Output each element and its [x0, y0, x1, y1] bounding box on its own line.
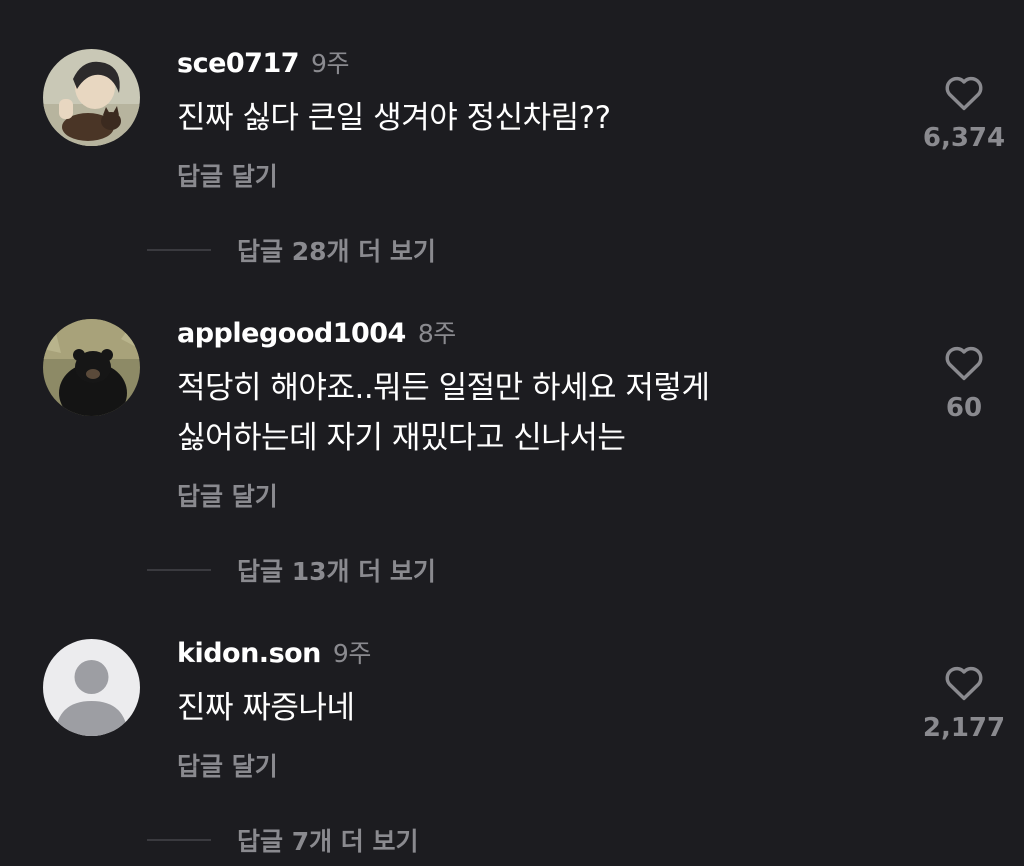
username-text[interactable]: sce0717 [177, 48, 300, 79]
comment-text: 진짜 싫다 큰일 생겨야 정신차림?? [177, 93, 857, 143]
heart-outline-icon [945, 666, 983, 701]
view-more-replies-label[interactable]: 답글 7개 더 보기 [237, 822, 419, 858]
view-more-replies-label[interactable]: 답글 28개 더 보기 [237, 232, 436, 268]
reply-button[interactable]: 답글 달기 [177, 477, 278, 513]
comment-line: 진짜 짜증나네 [177, 690, 355, 726]
comment-age: 9주 [311, 49, 349, 78]
heart-outline-icon [945, 76, 983, 111]
comment-line: 싫어하는데 자기 재밌다고 신나서는 [177, 420, 626, 456]
avatar[interactable] [43, 639, 140, 736]
username-text[interactable]: applegood1004 [177, 318, 406, 349]
divider-line [147, 569, 211, 571]
like-count: 2,177 [922, 713, 1006, 743]
avatar[interactable] [43, 319, 140, 416]
comment-text: 적당히 해야죠..뭐든 일절만 하세요 저렇게 싫어하는데 자기 재밌다고 신나… [177, 363, 857, 463]
comment-age: 8주 [417, 319, 456, 348]
like-button[interactable]: 6,374 [914, 73, 1014, 153]
default-person-avatar [43, 639, 140, 736]
black-bear-photo-avatar [43, 319, 140, 416]
divider-line [147, 839, 211, 841]
view-more-replies-button[interactable]: 답글 13개 더 보기 [147, 552, 436, 588]
view-more-replies-button[interactable]: 답글 7개 더 보기 [147, 822, 419, 858]
comment-line: 진짜 싫다 큰일 생겨야 정신차림?? [177, 100, 611, 136]
username[interactable]: applegood1004 8주 [177, 314, 456, 350]
comment-text: 진짜 짜증나네 [177, 683, 857, 733]
reply-button[interactable]: 답글 달기 [177, 747, 278, 783]
username[interactable]: sce0717 9주 [177, 44, 349, 80]
username[interactable]: kidon.son 9주 [177, 634, 371, 670]
like-button[interactable]: 60 [914, 343, 1014, 423]
like-count: 6,374 [922, 123, 1006, 153]
illustrated-person-with-cat-avatar [43, 49, 140, 146]
comment-age: 9주 [332, 639, 371, 668]
username-text[interactable]: kidon.son [177, 638, 321, 669]
view-more-replies-button[interactable]: 답글 28개 더 보기 [147, 232, 436, 268]
view-more-replies-label[interactable]: 답글 13개 더 보기 [237, 552, 436, 588]
like-button[interactable]: 2,177 [914, 663, 1014, 743]
divider-line [147, 249, 211, 251]
avatar[interactable] [43, 49, 140, 146]
like-count: 60 [945, 393, 983, 423]
heart-outline-icon [945, 346, 983, 381]
comment-line: 적당히 해야죠..뭐든 일절만 하세요 저렇게 [177, 370, 710, 406]
reply-button[interactable]: 답글 달기 [177, 157, 278, 193]
